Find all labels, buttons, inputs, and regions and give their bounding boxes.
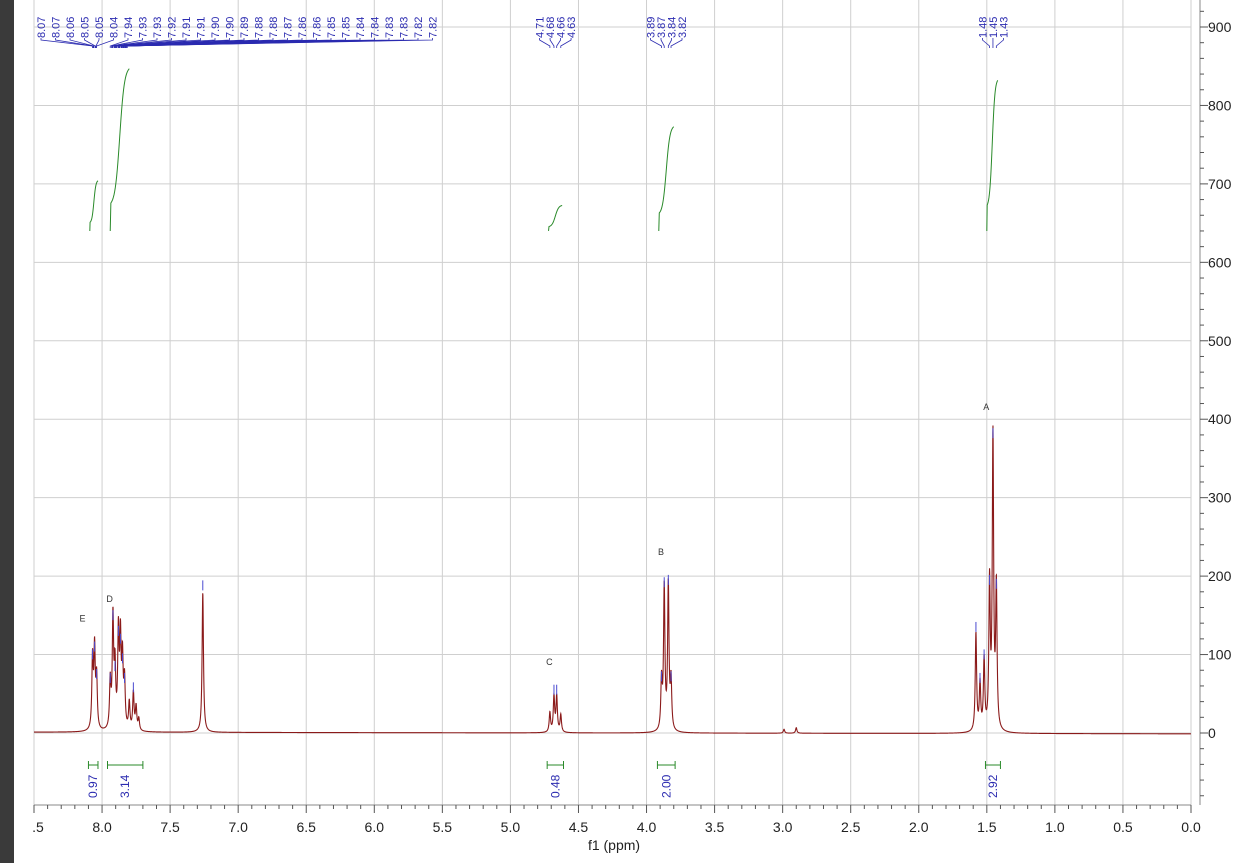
peak-label: 7.82 [428, 17, 440, 38]
integral-markers: 0.97 3.14 0.48 2.00 2.92 [86, 761, 1001, 798]
peak-label-connector [560, 38, 572, 48]
peak-label: 4.63 [566, 17, 578, 38]
peak-label: 7.94 [123, 17, 135, 38]
peak-label-connector [55, 38, 94, 48]
peak-label: 7.83 [399, 17, 411, 38]
x-tick-label: 2.0 [909, 819, 929, 835]
multiplet-labels: E D C B A [79, 402, 989, 667]
y-axis: 900 800 700 600 500 400 300 200 100 0 [1200, 10, 1232, 797]
x-tick-label: 0.5 [1113, 819, 1133, 835]
x-tick-label: 2.5 [841, 819, 861, 835]
multiplet-label: A [983, 402, 989, 412]
peak-label: 8.05 [80, 17, 92, 38]
peak-label-connector [556, 38, 561, 48]
peak-label: 7.82 [413, 17, 425, 38]
integral-curve [986, 80, 999, 231]
multiplet-label: D [106, 594, 113, 604]
peak-label: 7.90 [210, 17, 222, 38]
spectrum-line [34, 425, 1191, 735]
y-tick-label: 300 [1208, 490, 1232, 506]
peak-label: 7.87 [283, 17, 295, 38]
y-tick-label: 600 [1208, 254, 1232, 270]
y-tick-label: 800 [1208, 97, 1232, 113]
y-tick-label: 900 [1208, 19, 1232, 35]
peak-label: 8.05 [94, 17, 106, 38]
multiplet-label: E [79, 614, 85, 624]
integral-curves [89, 68, 999, 232]
peak-label: 7.86 [312, 17, 324, 38]
x-tick-label: 5.5 [433, 819, 453, 835]
y-tick-label: 500 [1208, 333, 1232, 349]
x-tick-label: 1.5 [977, 819, 997, 835]
x-tick-label: 1.0 [1045, 819, 1065, 835]
nmr-spectrum-chart: 8.07 8.07 8.06 8.05 8.05 8.04 7.94 7.93 7.93 7.92… [32, 0, 1232, 853]
peak-label: 7.93 [152, 17, 164, 38]
integral-value: 2.00 [659, 774, 673, 798]
x-tick-label: 5.0 [501, 819, 521, 835]
x-tick-label: 0.0 [1181, 819, 1201, 835]
y-tick-label: 0 [1208, 725, 1216, 741]
x-tick-label: 4.5 [569, 819, 589, 835]
peak-label: 8.07 [51, 17, 63, 38]
integral-value: 0.48 [548, 774, 562, 798]
peak-label: 7.84 [355, 17, 367, 38]
peak-label: 7.92 [167, 17, 179, 38]
grid-lines [33, 0, 1192, 805]
integral-curve [658, 126, 675, 231]
spectrum-series [34, 425, 1191, 735]
x-tick-label: 7.5 [160, 819, 180, 835]
x-tick-label: 3.0 [773, 819, 793, 835]
peak-label-connector [650, 38, 662, 48]
x-tick-label: .5 [32, 819, 44, 835]
peak-label: 7.83 [384, 17, 396, 38]
peak-label-connector [670, 38, 683, 48]
peak-label: 7.90 [225, 17, 237, 38]
peak-label-connector [539, 38, 551, 48]
integral-curve [109, 68, 130, 231]
integral-curve [89, 180, 99, 231]
peak-label-connector [995, 38, 1004, 48]
peak-label: 7.91 [181, 17, 193, 38]
peak-label: 3.82 [677, 17, 689, 38]
peak-label: 7.85 [341, 17, 353, 38]
x-tick-label: 4.0 [637, 819, 657, 835]
peak-label: 7.88 [268, 17, 280, 38]
peak-label: 8.07 [36, 17, 48, 38]
x-tick-label: 8.0 [92, 819, 112, 835]
peak-label: 8.04 [109, 17, 121, 38]
multiplet-label: C [546, 657, 553, 667]
peak-label: 7.91 [196, 17, 208, 38]
peak-label: 7.84 [370, 17, 382, 38]
x-tick-label: 6.5 [297, 819, 317, 835]
x-tick-label: 3.5 [705, 819, 725, 835]
x-axis: .5 8.0 7.5 7.0 6.5 6.0 5.5 5.0 4.5 4.0 3.5 3.0 2.5 2.… [32, 805, 1201, 835]
peak-label-connector [549, 38, 555, 48]
peak-label: 8.06 [65, 17, 77, 38]
x-tick-label: 6.0 [365, 819, 385, 835]
plot-frame [34, 0, 1201, 806]
peak-label: 1.43 [998, 17, 1010, 38]
x-axis-label: f1 (ppm) [588, 837, 640, 853]
peak-label: 7.88 [254, 17, 266, 38]
integral-value: 3.14 [118, 774, 132, 798]
integral-value: 0.97 [86, 774, 100, 798]
y-tick-label: 400 [1208, 411, 1232, 427]
peak-label: 7.85 [326, 17, 338, 38]
y-tick-label: 200 [1208, 568, 1232, 584]
integral-curve [548, 204, 563, 232]
peak-labels: 8.07 8.07 8.06 8.05 8.05 8.04 7.94 7.93 7.93 7.92… [36, 17, 1010, 48]
peak-label: 7.89 [239, 17, 251, 38]
peak-label: 7.93 [138, 17, 150, 38]
integral-value: 2.92 [986, 774, 1000, 798]
peak-label-connector [982, 38, 990, 48]
y-tick-label: 100 [1208, 647, 1232, 663]
x-tick-label: 7.0 [228, 819, 248, 835]
multiplet-label: B [658, 547, 664, 557]
peak-label: 7.86 [297, 17, 309, 38]
y-tick-label: 700 [1208, 176, 1232, 192]
